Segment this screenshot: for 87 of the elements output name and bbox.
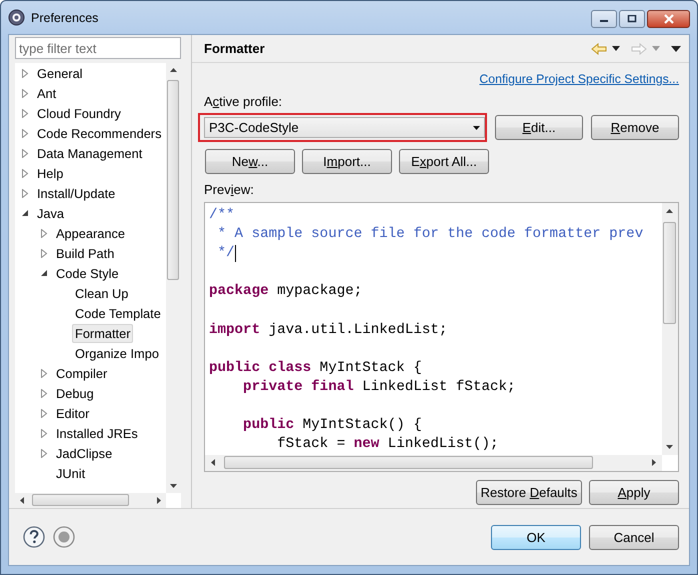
collapsed-arrow-icon[interactable] xyxy=(40,368,48,378)
dropdown-icon xyxy=(652,46,660,51)
collapsed-arrow-icon[interactable] xyxy=(21,168,29,178)
vertical-scrollbar[interactable] xyxy=(662,203,678,455)
app-icon xyxy=(8,9,25,26)
horizontal-scrollbar[interactable] xyxy=(205,455,662,471)
tree-item[interactable]: Java xyxy=(34,204,68,222)
window-title: Preferences xyxy=(31,10,98,24)
tree-item[interactable]: JadClipse xyxy=(53,444,116,462)
code-line: * A sample source file for the code formatter prev xyxy=(216,225,644,244)
remove-button[interactable]: Remove xyxy=(591,115,679,140)
restore-defaults-button[interactable]: Restore Defaults xyxy=(476,480,582,505)
ok-button[interactable]: OK xyxy=(491,524,581,550)
collapsed-arrow-icon[interactable] xyxy=(40,428,48,438)
collapsed-arrow-icon[interactable] xyxy=(40,408,48,418)
close-button[interactable] xyxy=(647,10,690,28)
tree-item[interactable]: Install/Update xyxy=(34,184,118,202)
collapsed-arrow-icon[interactable] xyxy=(21,148,29,158)
collapsed-arrow-icon[interactable] xyxy=(40,228,48,238)
scroll-left-arrow-icon[interactable] xyxy=(20,497,24,504)
tree-item[interactable]: Formatter xyxy=(72,324,134,342)
collapsed-arrow-icon[interactable] xyxy=(21,108,29,118)
tree-item[interactable]: Code Style xyxy=(53,264,122,282)
tree-item[interactable]: Code Template xyxy=(72,304,164,322)
code-line: package mypackage; xyxy=(209,282,362,302)
dropdown-icon[interactable] xyxy=(612,46,620,51)
filter-field[interactable]: type filter text xyxy=(15,37,181,59)
code-line: */ xyxy=(216,244,235,264)
code-line: import java.util.LinkedList; xyxy=(209,320,448,340)
maximize-button[interactable] xyxy=(619,10,645,28)
edit-button[interactable]: Edit... xyxy=(495,115,583,140)
import-button[interactable]: Import... xyxy=(302,149,392,174)
tree-item[interactable]: Compiler xyxy=(53,364,110,382)
profile-dropdown[interactable]: P3C-CodeStyle xyxy=(204,117,485,138)
collapsed-arrow-icon[interactable] xyxy=(40,248,48,258)
tree-item[interactable]: Organize Impo xyxy=(72,344,162,362)
expanded-arrow-icon[interactable] xyxy=(21,208,29,218)
tree-item[interactable]: Data Management xyxy=(34,144,146,162)
project-settings-link[interactable]: Configure Project Specific Settings... xyxy=(479,72,679,86)
record-icon[interactable] xyxy=(53,526,75,548)
apply-button[interactable]: Apply xyxy=(589,480,679,505)
new-button[interactable]: New... xyxy=(205,149,295,174)
code-line: /** xyxy=(209,206,235,225)
tree-item[interactable]: Clean Up xyxy=(72,284,132,302)
tree-item[interactable]: Appearance xyxy=(53,224,128,242)
collapsed-arrow-icon[interactable] xyxy=(21,128,29,138)
scroll-down-arrow-icon[interactable] xyxy=(666,445,673,449)
scroll-up-arrow-icon[interactable] xyxy=(666,209,673,213)
tree-item[interactable]: Help xyxy=(34,164,66,182)
close-icon xyxy=(662,14,674,24)
scroll-down-arrow-icon[interactable] xyxy=(170,484,177,488)
minimize-button[interactable] xyxy=(591,10,617,28)
tree-item[interactable]: Build Path xyxy=(53,244,118,262)
collapsed-arrow-icon[interactable] xyxy=(40,448,48,458)
collapsed-arrow-icon[interactable] xyxy=(21,88,29,98)
tree-item[interactable]: Editor xyxy=(53,404,92,422)
scroll-right-arrow-icon[interactable] xyxy=(157,497,161,504)
tree-item[interactable]: JUnit xyxy=(53,464,88,482)
expanded-arrow-icon[interactable] xyxy=(40,268,48,278)
tree-item[interactable]: Code Recommenders xyxy=(34,124,164,142)
forward-arrow-icon xyxy=(631,42,647,54)
preview-label: Preview: xyxy=(204,182,255,197)
collapsed-arrow-icon[interactable] xyxy=(21,68,29,78)
dropdown-arrow-icon xyxy=(473,126,480,130)
back-arrow-icon[interactable] xyxy=(591,42,607,54)
tree-item[interactable]: Ant xyxy=(34,84,60,102)
export-button[interactable]: Export All... xyxy=(399,149,489,174)
code-line: private final LinkedList fStack; xyxy=(242,378,516,397)
tree-item[interactable]: Cloud Foundry xyxy=(34,104,124,122)
tree-item[interactable]: Installed JREs xyxy=(53,424,141,442)
scroll-up-arrow-icon[interactable] xyxy=(170,68,177,72)
profile-label: Active profile: xyxy=(204,94,284,109)
maximize-icon xyxy=(627,15,637,23)
code-line: public MyIntStack() { xyxy=(242,416,422,436)
collapsed-arrow-icon[interactable] xyxy=(40,388,48,398)
page-title: Formatter xyxy=(204,41,265,56)
help-icon[interactable] xyxy=(23,526,45,548)
collapsed-arrow-icon[interactable] xyxy=(21,188,29,198)
horizontal-scrollbar[interactable] xyxy=(15,493,166,508)
menu-icon[interactable] xyxy=(671,46,681,52)
cancel-button[interactable]: Cancel xyxy=(589,524,679,550)
code-line: public class MyIntStack { xyxy=(209,358,422,378)
scroll-left-arrow-icon[interactable] xyxy=(211,459,215,466)
tree-item[interactable]: General xyxy=(34,64,86,82)
tree-item[interactable]: Debug xyxy=(53,384,97,402)
scroll-right-arrow-icon[interactable] xyxy=(652,459,656,466)
code-line: fStack = new LinkedList(); xyxy=(276,435,498,454)
